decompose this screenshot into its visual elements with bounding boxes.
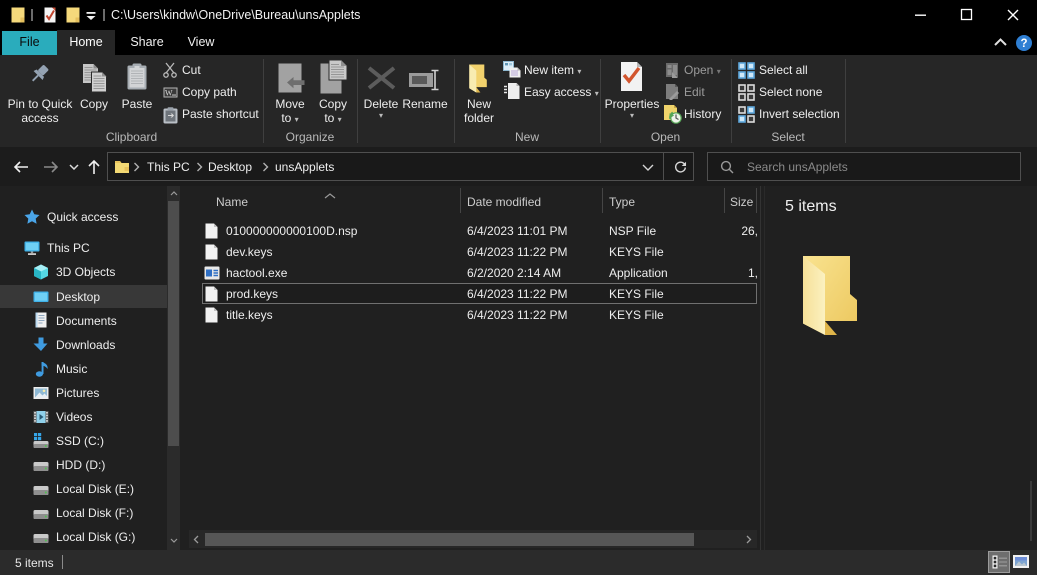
svg-text:W: W (165, 89, 173, 98)
svg-text:?: ? (1020, 38, 1027, 50)
